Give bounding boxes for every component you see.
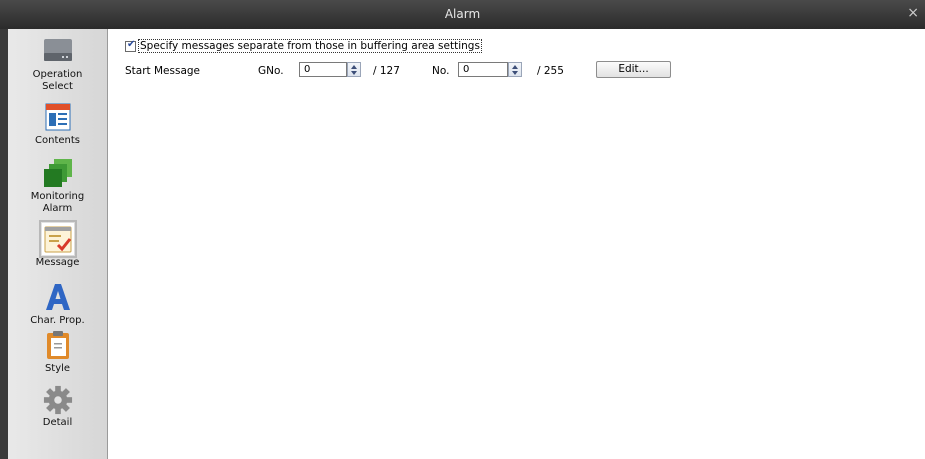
spin-down-icon[interactable] (512, 71, 518, 75)
sidebar-item-contents[interactable]: Contents (8, 101, 107, 147)
no-spinner[interactable] (508, 62, 522, 77)
letter-a-icon (45, 284, 70, 310)
sidebar-item-label: Detail (42, 417, 73, 428)
gno-value: 0 (304, 64, 311, 75)
sidebar: Operation Select Contents Monitoring Ala… (8, 29, 108, 459)
message-check-icon (38, 220, 77, 258)
main-panel: ✔ Specify messages separate from those in… (109, 29, 925, 459)
sidebar-item-label: Select (42, 81, 73, 92)
stacked-squares-icon (43, 159, 72, 187)
hard-drive-icon (43, 39, 72, 61)
no-label: No. (432, 65, 450, 77)
sidebar-item-label: Message (35, 257, 80, 268)
check-icon: ✔ (127, 38, 136, 50)
separate-messages-row: ✔ Specify messages separate from those in… (125, 39, 482, 54)
sidebar-item-label: Monitoring (30, 191, 85, 202)
sidebar-item-detail[interactable]: Detail (8, 385, 107, 429)
sidebar-item-message[interactable]: Message (8, 220, 107, 269)
gno-input[interactable]: 0 (299, 62, 347, 77)
sidebar-item-monitoring-alarm[interactable]: Monitoring Alarm (8, 157, 107, 215)
title-bar: Alarm × (0, 0, 925, 29)
sidebar-item-label: Alarm (42, 203, 73, 214)
close-icon[interactable]: × (907, 5, 919, 21)
window-frame (0, 29, 8, 459)
gno-spinner[interactable] (347, 62, 361, 77)
sidebar-item-label: Style (44, 363, 71, 374)
spin-up-icon[interactable] (512, 65, 518, 69)
start-message-label: Start Message (125, 65, 201, 77)
document-list-icon (45, 103, 70, 131)
sidebar-item-char-prop[interactable]: Char. Prop. (8, 281, 107, 327)
sidebar-item-label: Contents (35, 135, 80, 146)
no-max-label: / 255 (537, 65, 564, 77)
separate-messages-checkbox[interactable]: ✔ (125, 38, 136, 52)
sidebar-item-label: Operation (32, 69, 83, 80)
gear-icon (43, 385, 72, 415)
sidebar-item-style[interactable]: Style (8, 329, 107, 375)
sidebar-item-operation-select[interactable]: Operation Select (8, 35, 107, 93)
spin-down-icon[interactable] (351, 71, 357, 75)
clipboard-icon (46, 331, 69, 359)
gno-label: GNo. (258, 65, 284, 77)
gno-max-label: / 127 (373, 65, 400, 77)
separate-messages-label[interactable]: Specify messages separate from those in … (138, 39, 482, 53)
spin-up-icon[interactable] (351, 65, 357, 69)
edit-button[interactable]: Edit... (596, 61, 671, 78)
no-input[interactable]: 0 (458, 62, 508, 77)
sidebar-item-label: Char. Prop. (30, 315, 85, 326)
no-value: 0 (463, 64, 470, 75)
window-title: Alarm (444, 7, 481, 21)
